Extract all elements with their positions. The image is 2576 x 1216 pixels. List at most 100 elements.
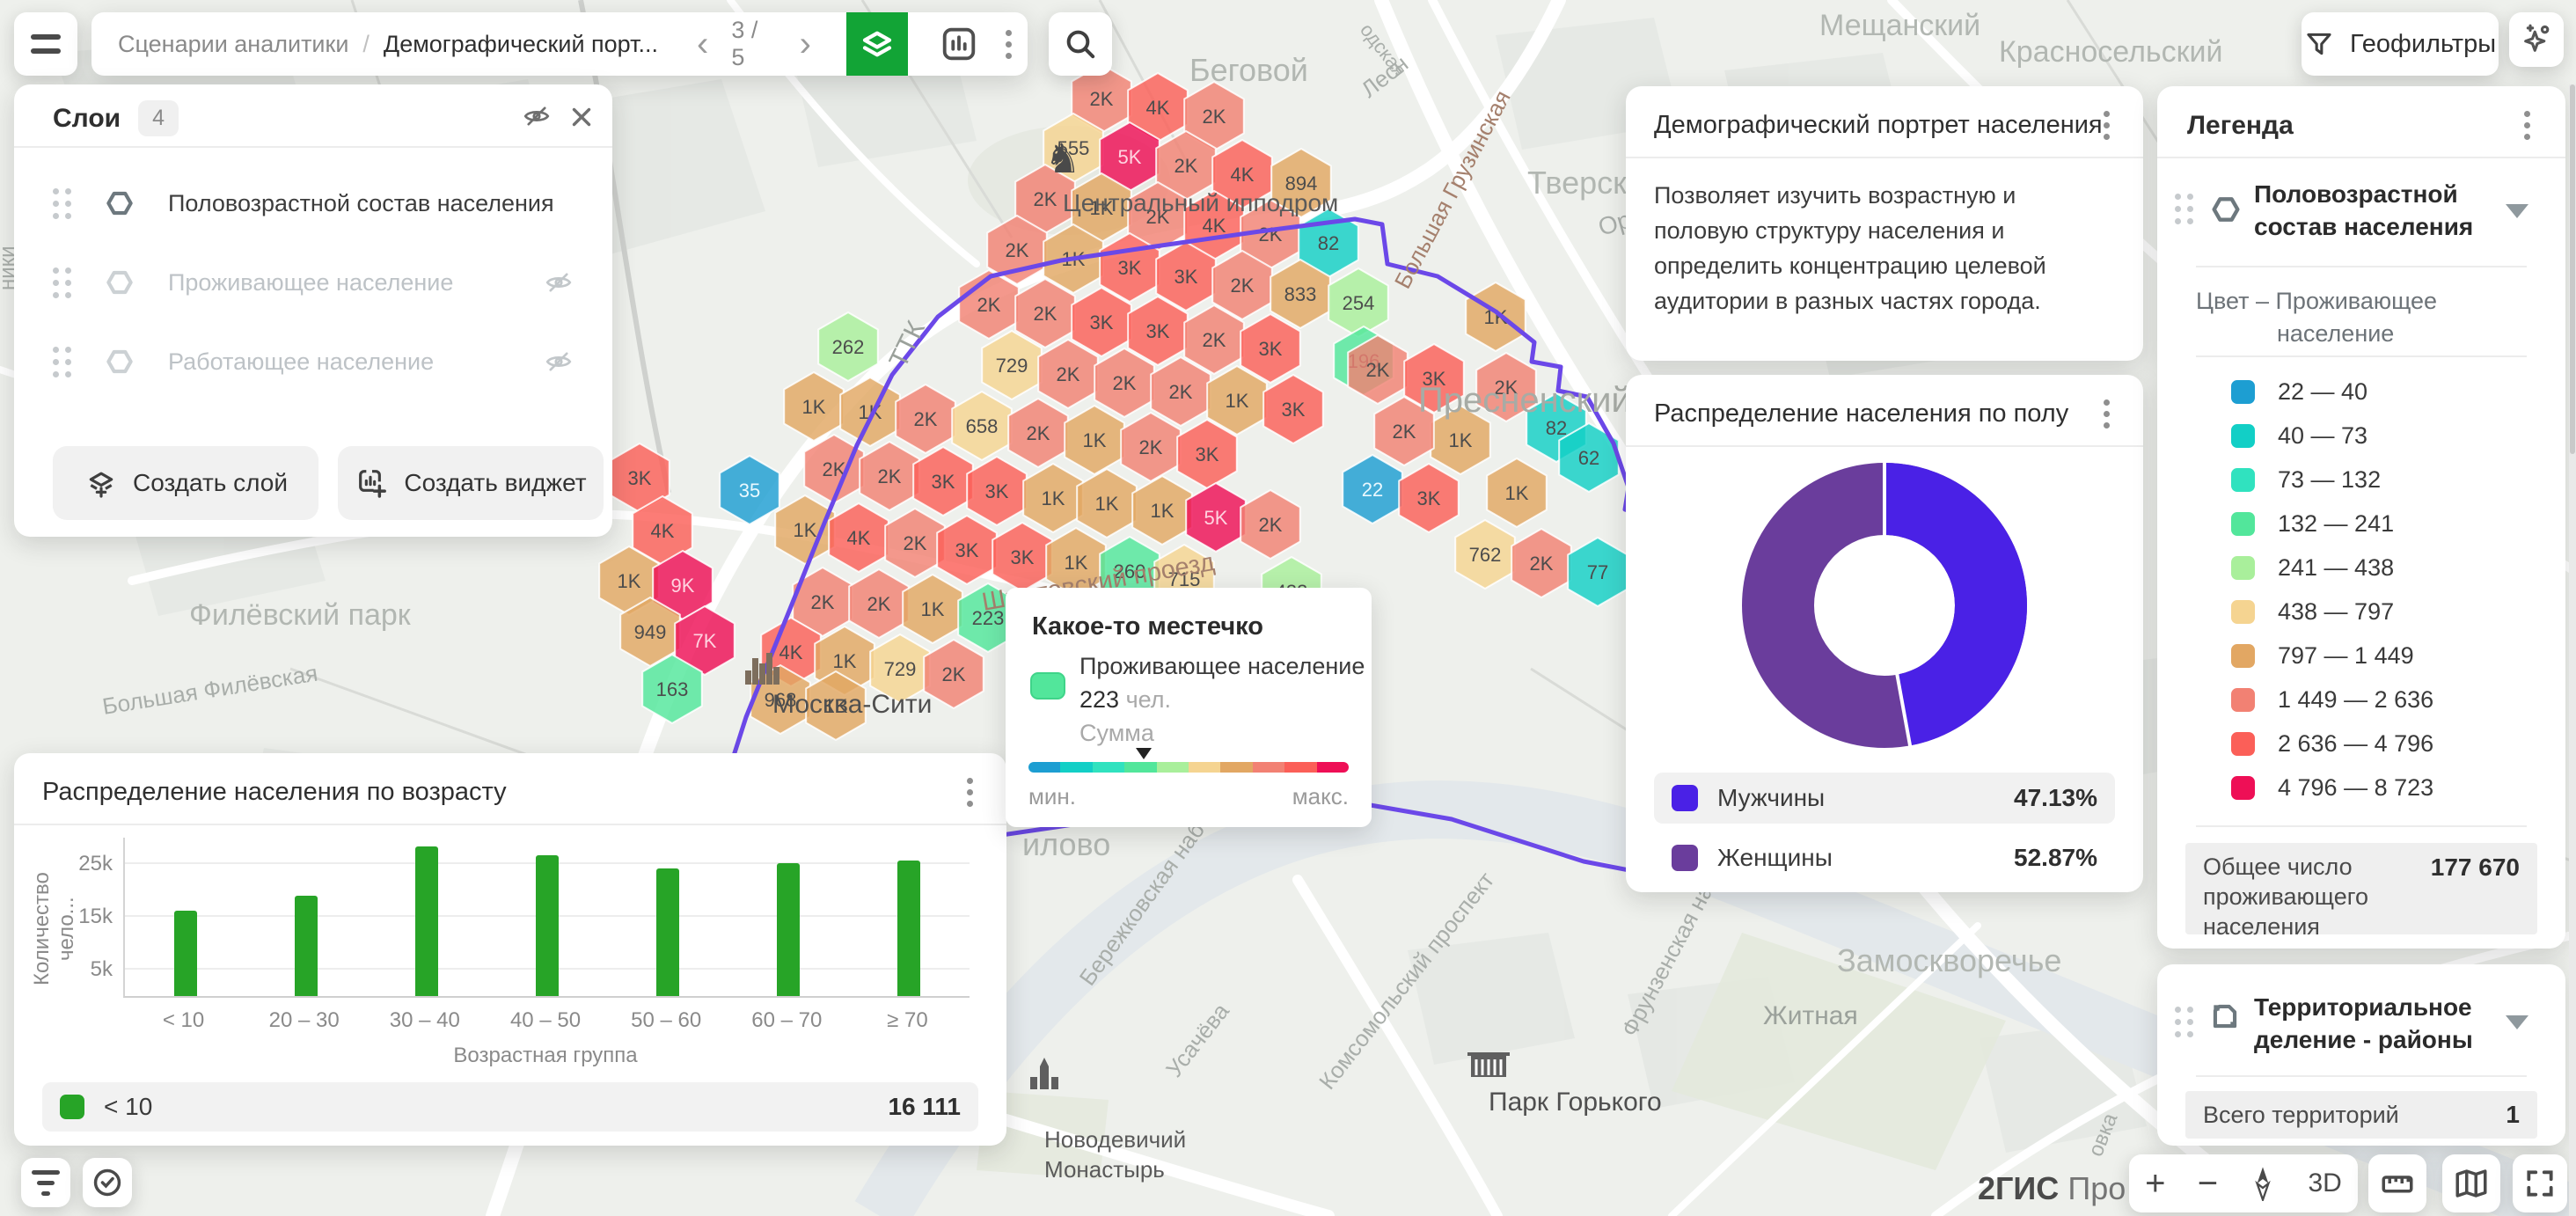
bucket-swatch bbox=[2231, 688, 2255, 712]
legend-bucket-row: 73 — 132 bbox=[2157, 458, 2565, 502]
hex-cell-value: 2K bbox=[1146, 206, 1170, 228]
layers-close-button[interactable] bbox=[567, 102, 602, 137]
age-footer-row[interactable]: < 10 16 111 bbox=[42, 1082, 978, 1132]
bucket-label: 4 796 — 8 723 bbox=[2278, 774, 2433, 802]
close-icon bbox=[567, 102, 596, 132]
geofilters-button[interactable]: Геофильтры bbox=[2302, 12, 2499, 76]
hex-cell-value: 1K bbox=[1065, 552, 1088, 574]
map-filter-button[interactable] bbox=[21, 1158, 70, 1207]
gender-legend-row[interactable]: Женщины52.87% bbox=[1654, 832, 2115, 883]
age-bar[interactable] bbox=[897, 861, 920, 996]
compass-icon[interactable] bbox=[2250, 1166, 2276, 1201]
age-bar[interactable] bbox=[174, 911, 197, 996]
layers-toggle-button[interactable] bbox=[846, 12, 908, 76]
eye-off-icon[interactable] bbox=[544, 347, 574, 377]
hexagon-icon bbox=[103, 187, 136, 220]
hexagon-icon bbox=[103, 266, 136, 299]
scrollbar-thumb[interactable] bbox=[2570, 84, 2575, 454]
horse-icon: ♞ bbox=[1044, 136, 1080, 181]
ai-assistant-button[interactable] bbox=[2509, 12, 2564, 67]
hex-cell-value: 2K bbox=[1366, 359, 1390, 381]
layer-item[interactable]: Проживающее население bbox=[14, 243, 612, 322]
fullscreen-button[interactable] bbox=[2513, 1154, 2567, 1212]
hex-cell-value: 1K bbox=[824, 695, 848, 717]
layer-item[interactable]: Работающее население bbox=[14, 322, 612, 401]
ruler-icon bbox=[2379, 1165, 2416, 1202]
legend-panel: Легенда Половозрастной состав населения … bbox=[2157, 86, 2565, 949]
gender-swatch bbox=[1672, 785, 1698, 811]
hex-cell-value: 2K bbox=[904, 532, 927, 554]
legend-menu-kebab[interactable] bbox=[2507, 106, 2546, 144]
hex-cell-value: 260 bbox=[1114, 560, 1146, 582]
age-chart-plot: 5k15k25k bbox=[123, 838, 970, 998]
drag-handle-icon[interactable] bbox=[53, 347, 71, 377]
hex-cell-value: 2K bbox=[1034, 303, 1057, 325]
layer-item[interactable]: Половозрастной состав населения bbox=[14, 164, 612, 243]
zoom-out-button[interactable]: − bbox=[2198, 1166, 2218, 1201]
hamburger-icon bbox=[31, 34, 61, 54]
main-menu-button[interactable] bbox=[14, 12, 77, 76]
bucket-label: 797 — 1 449 bbox=[2278, 642, 2414, 670]
layers-panel-title: Слои bbox=[53, 104, 121, 134]
age-menu-kebab[interactable] bbox=[950, 773, 989, 811]
bucket-label: 73 — 132 bbox=[2278, 466, 2381, 494]
ruler-button[interactable] bbox=[2368, 1154, 2426, 1212]
park-gate-icon bbox=[1467, 1052, 1510, 1077]
scenario-pager: 3 / 5 bbox=[731, 17, 776, 71]
territory-drag-handle[interactable] bbox=[2175, 1007, 2193, 1037]
gender-donut-chart[interactable] bbox=[1742, 463, 2027, 748]
widgets-button[interactable] bbox=[934, 19, 983, 69]
gender-label: Женщины bbox=[1717, 844, 1994, 872]
legend-bucket-row: 797 — 1 449 bbox=[2157, 634, 2565, 678]
fullscreen-icon bbox=[2523, 1167, 2557, 1200]
hex-cell-value: 254 bbox=[1343, 292, 1375, 314]
territory-title-2: деление - районы bbox=[2254, 1023, 2473, 1056]
hex-cell-value: 1K bbox=[618, 570, 641, 592]
eye-off-icon[interactable] bbox=[544, 267, 574, 297]
filter-lines-icon bbox=[32, 1170, 60, 1196]
age-bar[interactable] bbox=[536, 855, 559, 996]
legend-color-caption-2: население bbox=[2196, 318, 2437, 350]
prev-scenario-button[interactable]: ‹ bbox=[697, 26, 708, 62]
legend-layer-drag-handle[interactable] bbox=[2175, 194, 2193, 224]
gender-swatch bbox=[1672, 845, 1698, 871]
hex-cell-value: 3K bbox=[1146, 320, 1170, 342]
legend-collapse-button[interactable] bbox=[2506, 204, 2528, 218]
gender-menu-kebab[interactable] bbox=[2087, 394, 2126, 433]
toolbar-menu-kebab[interactable] bbox=[990, 25, 1028, 63]
hex-cell-value: 2K bbox=[1113, 372, 1137, 394]
age-y-tick: 5k bbox=[91, 957, 125, 982]
gender-legend-row[interactable]: Мужчины47.13% bbox=[1654, 773, 2115, 824]
next-scenario-button[interactable]: › bbox=[800, 26, 811, 62]
hex-cell-value: 2K bbox=[1259, 514, 1283, 536]
search-button[interactable] bbox=[1049, 12, 1112, 76]
basemap-button[interactable] bbox=[2442, 1154, 2500, 1212]
age-bar[interactable] bbox=[415, 846, 438, 996]
portrait-menu-kebab[interactable] bbox=[2087, 106, 2126, 144]
hex-cell-value: 3K bbox=[1417, 487, 1441, 509]
create-widget-button[interactable]: Создать виджет bbox=[338, 446, 604, 520]
age-bar[interactable] bbox=[656, 868, 679, 996]
drag-handle-icon[interactable] bbox=[53, 188, 71, 219]
legend-layer-title-2: состав населения bbox=[2254, 210, 2473, 243]
attribution-suffix: Про bbox=[2067, 1170, 2126, 1206]
breadcrumb-root[interactable]: Сценарии аналитики bbox=[118, 31, 348, 58]
zoom-in-button[interactable]: + bbox=[2145, 1166, 2165, 1201]
hex-cell-value: 223 bbox=[972, 607, 1005, 629]
age-bar[interactable] bbox=[295, 896, 318, 996]
layers-icon bbox=[859, 26, 896, 62]
territory-collapse-button[interactable] bbox=[2506, 1015, 2528, 1029]
right-scrollbar[interactable] bbox=[2569, 84, 2576, 1216]
age-bar[interactable] bbox=[777, 863, 800, 996]
layers-hide-all-button[interactable] bbox=[512, 95, 561, 137]
hex-cell-value: 762 bbox=[1469, 544, 1502, 566]
bucket-swatch bbox=[2231, 380, 2255, 404]
time-mode-button[interactable] bbox=[83, 1158, 132, 1207]
hex-cell-value: 3K bbox=[932, 471, 955, 493]
layer-item-label: Проживающее население bbox=[168, 269, 512, 297]
hex-cell-value: 1K bbox=[1505, 482, 1529, 504]
drag-handle-icon[interactable] bbox=[53, 267, 71, 298]
create-layer-button[interactable]: Создать слой bbox=[53, 446, 318, 520]
bucket-label: 40 — 73 bbox=[2278, 422, 2367, 450]
mode-3d-button[interactable]: 3D bbox=[2308, 1168, 2341, 1198]
